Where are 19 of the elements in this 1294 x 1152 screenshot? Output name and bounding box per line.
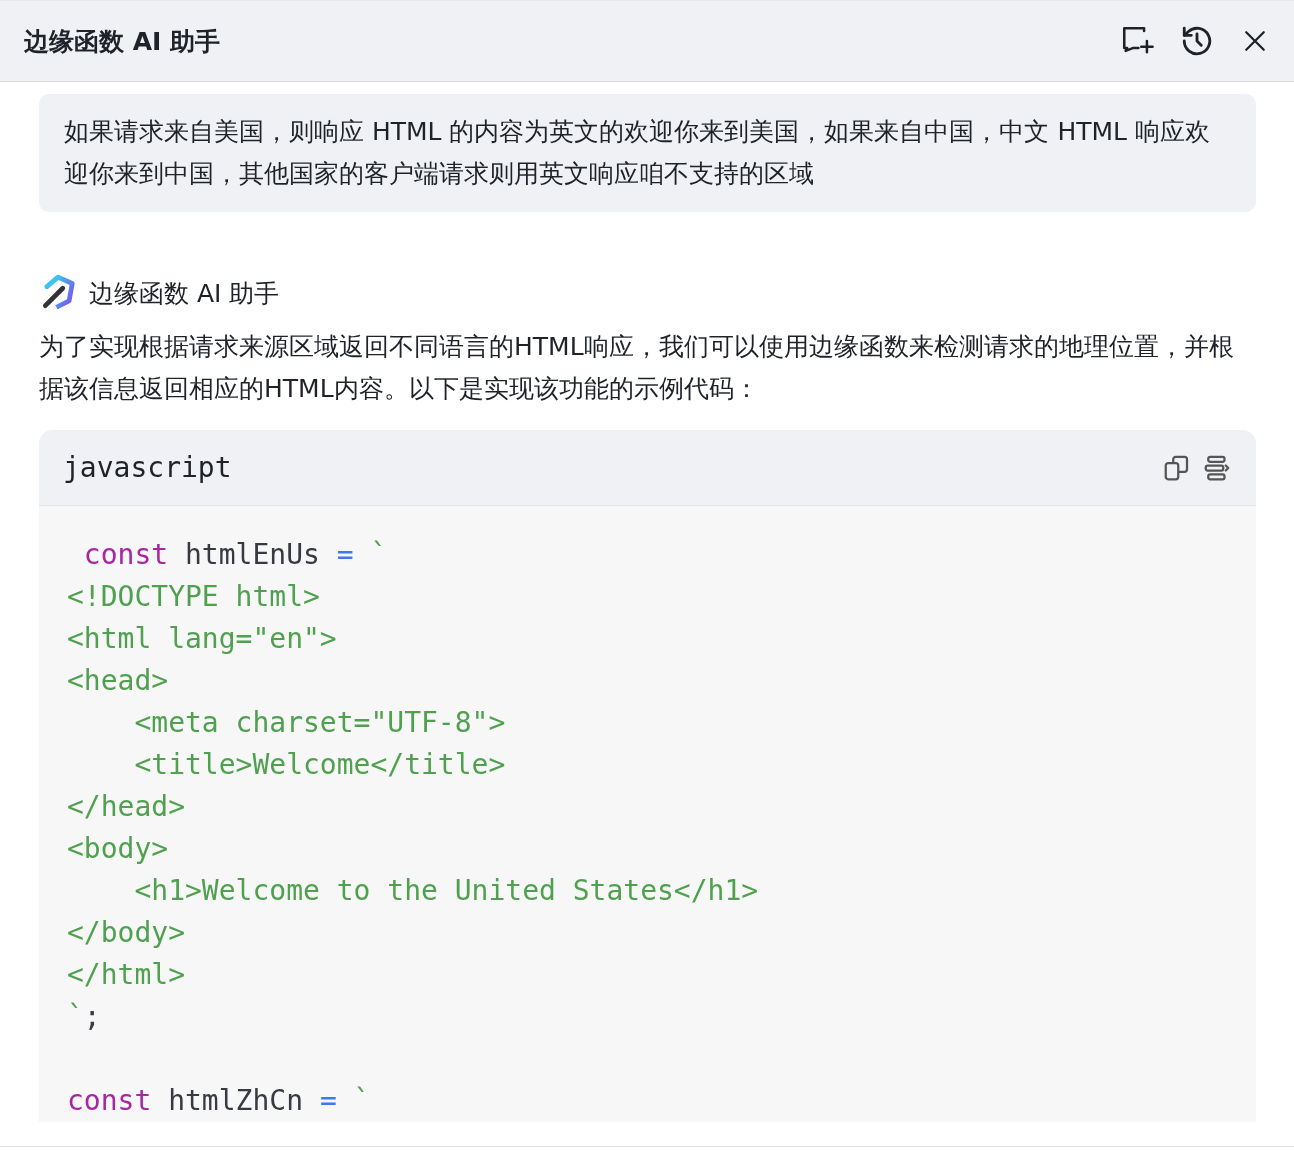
code-line: <title>Welcome</title> [133, 747, 507, 783]
code-language: javascript [63, 451, 232, 484]
code-line: <body> [67, 831, 170, 867]
code-line: const htmlEnUs = ` [82, 537, 389, 573]
code-line: </body> [67, 915, 186, 951]
code-line: `; [67, 999, 102, 1035]
code-line: </html> [67, 957, 186, 993]
window-title: 边缘函数 AI 助手 [24, 25, 221, 58]
code-line: const htmlZhCn = ` [67, 1083, 372, 1119]
assistant-message: 为了实现根据请求来源区域返回不同语言的HTML响应，我们可以使用边缘函数来检测请求的地理位置，并根据该信息返回相应的HTML内容。以下是实现该功能的示例代码： [39, 331, 1235, 405]
history-icon[interactable] [1180, 24, 1214, 58]
user-message: 如果请求来自美国，则响应 HTML 的内容为英文的欢迎你来到美国，如果来自中国，中文 HTML 响应欢迎你来到中国，其他国家的客户端请求则用英文响应咱不支持的区域 [39, 94, 1256, 212]
code-line: <h1>Welcome to the United States</h1> [133, 873, 760, 909]
code-line: <head> [67, 663, 170, 699]
assistant-name: 边缘函数 AI 助手 [89, 277, 280, 310]
code-line: <html lang="en"> [67, 621, 338, 657]
code-line: <!DOCTYPE html> [67, 579, 321, 615]
code-line: </head> [67, 789, 186, 825]
code-line: <meta charset="UTF-8"> [133, 705, 507, 741]
